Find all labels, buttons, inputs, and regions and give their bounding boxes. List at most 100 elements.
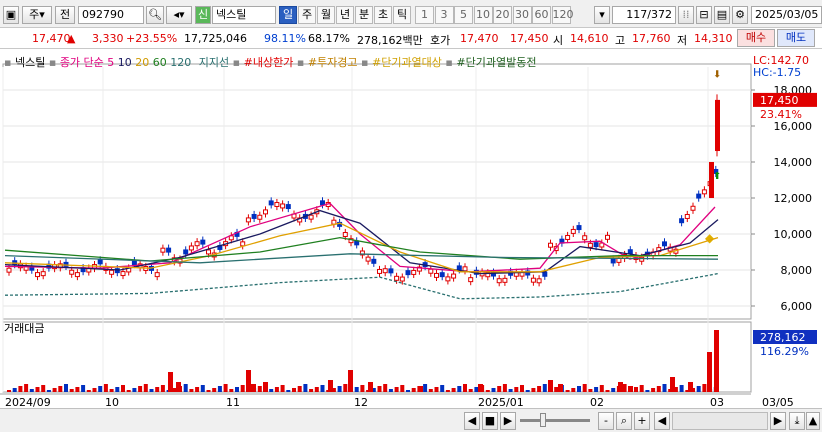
interval-button-120[interactable]: 120 <box>551 6 574 24</box>
zoom-out-button[interactable]: - <box>598 412 614 430</box>
candle <box>245 217 251 223</box>
zoom-in-button[interactable]: + <box>634 412 650 430</box>
market-select[interactable]: 주▾ <box>22 6 52 24</box>
legend-box-icon: ▪ <box>445 56 453 69</box>
legend-box-icon: ▪ <box>232 56 241 69</box>
period-tab-4[interactable]: 분 <box>355 6 373 24</box>
interval-button-3[interactable]: 3 <box>434 6 454 24</box>
hoga-ask: 17,470 <box>460 32 499 45</box>
chart-navigation: ◀ ■ ▶ - ⌕ + ◀ ▶ ⤓ ▲ <box>0 408 822 432</box>
volume-bar <box>688 382 693 392</box>
candle <box>428 268 434 274</box>
candle <box>166 247 172 253</box>
candle <box>342 232 348 237</box>
up-arrow-icon: ▲ <box>67 32 76 45</box>
scroll-start-button[interactable]: ◀ <box>654 412 670 430</box>
period-tab-0[interactable]: 일 <box>279 6 297 24</box>
volume-bar <box>418 386 423 392</box>
buy-button[interactable]: 매수 <box>737 29 775 47</box>
window-icon[interactable]: ▣ <box>3 6 19 24</box>
candle <box>194 241 200 247</box>
page-field[interactable]: 117/372 <box>612 6 676 24</box>
search-icon[interactable]: ⌕ <box>616 412 632 430</box>
x-tick-label: 10 <box>105 396 119 408</box>
candle <box>382 268 388 274</box>
period-tab-3[interactable]: 년 <box>336 6 354 24</box>
zoom-slider[interactable] <box>520 419 590 422</box>
volume-bar <box>18 386 23 392</box>
candle <box>434 272 439 278</box>
interval-button-60[interactable]: 60 <box>532 6 551 24</box>
interval-button-20[interactable]: 20 <box>493 6 512 24</box>
speaker-icon[interactable]: ◂▾ <box>166 6 192 24</box>
volume-bar <box>132 388 137 392</box>
volume-bar <box>121 385 125 392</box>
legend-warn: #투자경고 <box>307 56 358 69</box>
period-tab-6[interactable]: 틱 <box>393 6 411 24</box>
y-tick-label: 8,000 <box>781 264 813 277</box>
interval-button-10[interactable]: 10 <box>473 6 493 24</box>
candle <box>206 249 211 255</box>
page-number: 117 <box>626 8 648 21</box>
search-icon[interactable]: 🔍︎ <box>146 6 164 24</box>
volume-bar <box>451 388 456 392</box>
dropdown-icon[interactable]: ▾ <box>594 6 610 24</box>
volume-bar <box>235 387 239 392</box>
legend-support: 지지선 <box>198 56 230 69</box>
zoom-slider-handle[interactable] <box>540 413 546 427</box>
date-field[interactable]: 2025/03/05 <box>751 6 822 24</box>
stock-chart[interactable]: 18,00016,00014,00012,00010,0008,0006,000… <box>0 49 822 408</box>
period-tab-2[interactable]: 월 <box>317 6 335 24</box>
save-icon[interactable]: ▤ <box>714 6 730 24</box>
volume-bar <box>109 389 114 392</box>
volume-bar <box>531 388 536 392</box>
interval-button-5[interactable]: 5 <box>454 6 473 24</box>
volume-bar <box>497 386 502 392</box>
period-tab-5[interactable]: 초 <box>374 6 392 24</box>
auto-scroll-button[interactable]: ⤓ <box>789 412 805 430</box>
horizontal-scrollbar[interactable] <box>672 412 768 430</box>
volume-bar <box>251 384 256 392</box>
volume-bar <box>634 387 638 392</box>
high-label: 고 <box>615 34 626 47</box>
candle <box>411 269 417 275</box>
volume-bar <box>702 384 707 392</box>
candle <box>365 256 371 262</box>
low-price: 14,310 <box>694 32 733 45</box>
volume-bar <box>168 372 173 392</box>
volume-bar <box>274 387 279 392</box>
interval-button-1[interactable]: 1 <box>415 6 434 24</box>
prev-page-button[interactable]: ◀ <box>464 412 480 430</box>
candle <box>593 242 599 248</box>
price-panel <box>2 63 752 320</box>
stock-name-field[interactable]: 넥스틸 <box>212 6 276 24</box>
candle <box>394 275 400 281</box>
legend-box-icon: ▪ <box>4 56 12 69</box>
grid-icon[interactable]: ⁞⁞ <box>678 6 694 24</box>
candle <box>268 200 274 206</box>
candle <box>405 270 411 276</box>
zoom-icon[interactable]: ⊟ <box>696 6 712 24</box>
volume-bar <box>628 386 633 392</box>
open-label: 시 <box>553 34 564 47</box>
type-select[interactable]: 전 <box>55 6 75 24</box>
sell-button[interactable]: 매도 <box>777 29 815 47</box>
legend-box-icon: ▪ <box>296 56 305 69</box>
interval-button-30[interactable]: 30 <box>512 6 532 24</box>
align-button[interactable]: ▲ <box>806 412 820 430</box>
volume-bar <box>64 384 68 392</box>
candle <box>97 259 103 265</box>
y-tick-label: 12,000 <box>774 192 813 205</box>
candle <box>35 272 40 278</box>
candle <box>690 205 696 211</box>
legend-box-icon: ▪ <box>48 56 57 69</box>
gear-icon[interactable]: ⚙ <box>732 6 748 24</box>
code-input[interactable]: 092790 <box>78 6 144 24</box>
scroll-end-button[interactable]: ▶ <box>770 412 786 430</box>
volume-bar <box>377 386 382 392</box>
stop-button[interactable]: ■ <box>482 412 498 430</box>
price-pct-tag: 23.41% <box>760 108 802 121</box>
next-page-button[interactable]: ▶ <box>500 412 516 430</box>
period-tab-1[interactable]: 주 <box>298 6 316 24</box>
volume-bar <box>611 388 616 392</box>
